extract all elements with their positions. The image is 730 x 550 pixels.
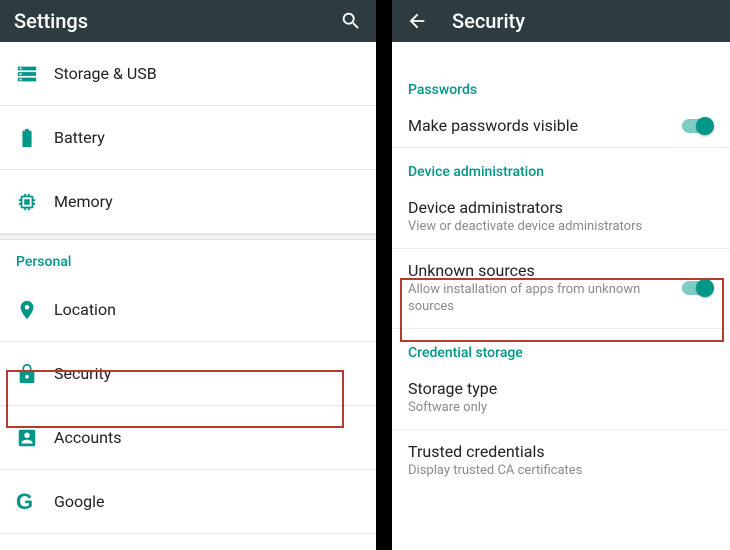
pane-gap bbox=[376, 0, 392, 550]
search-icon[interactable] bbox=[340, 10, 362, 32]
item-sub: Allow installation of apps from unknown … bbox=[408, 282, 714, 316]
item-label: Storage type bbox=[408, 379, 714, 398]
item-device-administrators[interactable]: Device administrators View or deactivate… bbox=[392, 186, 730, 249]
item-sub: Display trusted CA certificates bbox=[408, 463, 714, 480]
memory-icon bbox=[16, 191, 54, 213]
settings-list: Storage & USB Battery Memory Personal bbox=[0, 42, 376, 534]
row-label: Location bbox=[54, 300, 116, 319]
item-sub: Software only bbox=[408, 400, 714, 417]
settings-row-memory[interactable]: Memory bbox=[0, 170, 376, 234]
item-unknown-sources[interactable]: Unknown sources Allow installation of ap… bbox=[392, 249, 730, 329]
row-label: Storage & USB bbox=[54, 64, 157, 83]
item-label: Unknown sources bbox=[408, 261, 714, 280]
row-label: Memory bbox=[54, 192, 113, 211]
item-sub: View or deactivate device administrators bbox=[408, 219, 714, 236]
lock-icon bbox=[16, 363, 54, 385]
toggle-unknown-sources[interactable] bbox=[680, 278, 714, 298]
settings-row-location[interactable]: Location bbox=[0, 278, 376, 342]
settings-pane: Settings Storage & USB Battery bbox=[0, 0, 376, 550]
settings-row-accounts[interactable]: Accounts bbox=[0, 406, 376, 470]
settings-topbar: Settings bbox=[0, 0, 376, 42]
toggle-passwords[interactable] bbox=[680, 116, 714, 136]
row-label: Google bbox=[54, 492, 105, 511]
security-title: Security bbox=[452, 9, 525, 33]
battery-icon bbox=[16, 127, 54, 149]
item-trusted-credentials[interactable]: Trusted credentials Display trusted CA c… bbox=[392, 430, 730, 492]
settings-row-google[interactable]: G Google bbox=[0, 470, 376, 534]
security-topbar: Security bbox=[392, 0, 730, 42]
spacer bbox=[392, 42, 730, 66]
settings-row-security[interactable]: Security bbox=[0, 342, 376, 406]
row-label: Battery bbox=[54, 128, 105, 147]
security-pane: Security Passwords Make passwords visibl… bbox=[392, 0, 730, 550]
location-icon bbox=[16, 299, 54, 321]
settings-title: Settings bbox=[14, 9, 88, 33]
device-admin-header: Device administration bbox=[392, 148, 730, 186]
google-icon: G bbox=[16, 489, 54, 515]
item-label: Make passwords visible bbox=[408, 116, 714, 135]
credential-header: Credential storage bbox=[392, 329, 730, 367]
settings-row-storage[interactable]: Storage & USB bbox=[0, 42, 376, 106]
back-icon[interactable] bbox=[406, 10, 428, 32]
item-storage-type[interactable]: Storage type Software only bbox=[392, 367, 730, 430]
passwords-header: Passwords bbox=[392, 66, 730, 104]
storage-icon bbox=[16, 63, 54, 85]
row-label: Accounts bbox=[54, 428, 121, 447]
item-label: Trusted credentials bbox=[408, 442, 714, 461]
item-label: Device administrators bbox=[408, 198, 714, 217]
accounts-icon bbox=[16, 427, 54, 449]
personal-header: Personal bbox=[0, 240, 376, 278]
settings-row-battery[interactable]: Battery bbox=[0, 106, 376, 170]
item-passwords-visible[interactable]: Make passwords visible bbox=[392, 104, 730, 148]
row-label: Security bbox=[54, 364, 111, 383]
